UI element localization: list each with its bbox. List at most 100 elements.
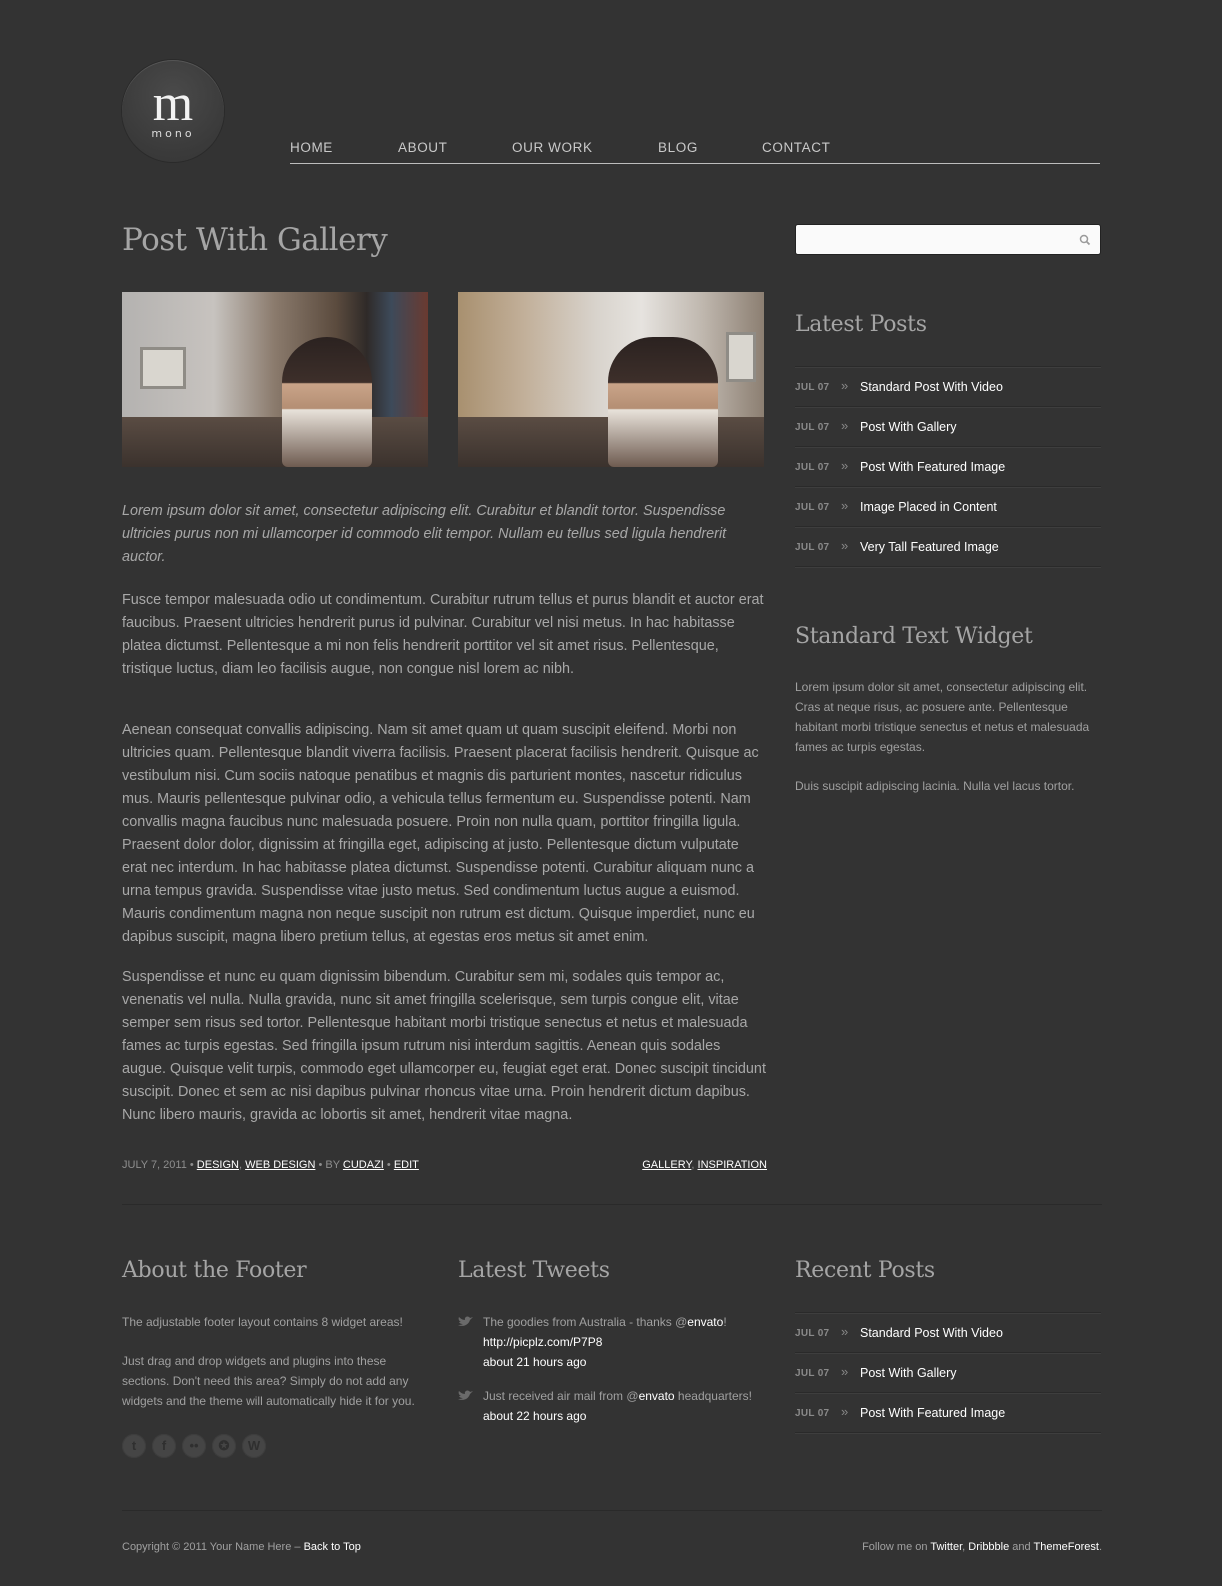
tweet-url-link[interactable]: http://picplz.com/P7P8 (483, 1335, 602, 1349)
nav-blog[interactable]: BLOG (658, 140, 698, 155)
post-date: JUL 07 (795, 422, 830, 433)
recent-post-item[interactable]: JUL 07 » Standard Post With Video (795, 1313, 1101, 1353)
double-chevron-icon: » (841, 1364, 849, 1379)
latest-posts-title: Latest Posts (795, 312, 927, 337)
double-chevron-icon: » (841, 458, 849, 473)
recent-post-item[interactable]: JUL 07 » Post With Gallery (795, 1353, 1101, 1393)
meta-by: • BY (315, 1159, 343, 1171)
twitter-bird-icon (458, 1316, 473, 1326)
main-nav: HOME ABOUT OUR WORK BLOG CONTACT (290, 138, 1100, 164)
nav-home[interactable]: HOME (290, 140, 333, 155)
latest-post-item[interactable]: JUL 07 » Standard Post With Video (795, 367, 1101, 407)
follow-links: Follow me on Twitter, Dribbble and Theme… (862, 1541, 1102, 1553)
latest-post-item[interactable]: JUL 07 » Very Tall Featured Image (795, 527, 1101, 567)
recent-post-item[interactable]: JUL 07 » Post With Featured Image (795, 1393, 1101, 1433)
search-input[interactable] (796, 225, 1100, 254)
follow-text: and (1009, 1541, 1034, 1553)
author-link[interactable]: CUDAZI (343, 1159, 384, 1171)
gallery-image-2[interactable] (458, 292, 764, 467)
post-link[interactable]: Standard Post With Video (860, 1326, 1003, 1340)
follow-text: Follow me on (862, 1541, 931, 1553)
flickr-icon[interactable]: •• (182, 1434, 206, 1458)
footer-about-title: About the Footer (122, 1258, 307, 1283)
tweet: Just received air mail from @envato head… (458, 1386, 768, 1426)
post-date: JUL 07 (795, 502, 830, 513)
text-widget-title: Standard Text Widget (795, 624, 1033, 649)
meta-separator: • (186, 1159, 197, 1171)
photo-detail (726, 332, 756, 382)
post-date: JUL 07 (795, 1328, 830, 1339)
nav-contact[interactable]: CONTACT (762, 140, 830, 155)
tweet-time-link[interactable]: about 22 hours ago (483, 1409, 586, 1423)
dribbble-icon[interactable]: ✪ (212, 1434, 236, 1458)
dribbble-link[interactable]: Dribbble (968, 1541, 1009, 1553)
latest-post-item[interactable]: JUL 07 » Post With Gallery (795, 407, 1101, 447)
category-link-design[interactable]: DESIGN (197, 1159, 239, 1171)
tweet-mention-link[interactable]: envato (639, 1389, 675, 1403)
double-chevron-icon: » (841, 538, 849, 553)
post-tags: GALLERY, INSPIRATION (642, 1159, 767, 1171)
post-date: JUL 07 (795, 462, 830, 473)
meta-separator: • (383, 1159, 394, 1171)
post-link[interactable]: Standard Post With Video (860, 380, 1003, 394)
gallery-image-1[interactable] (122, 292, 428, 467)
tag-link-gallery[interactable]: GALLERY (642, 1159, 691, 1171)
tweet-text: headquarters! (674, 1389, 752, 1403)
post-intro: Lorem ipsum dolor sit amet, consectetur … (122, 503, 727, 565)
footer-bottom-divider (122, 1510, 1102, 1511)
post-paragraph: Aenean consequat convallis adipiscing. N… (122, 722, 759, 945)
post-link[interactable]: Post With Featured Image (860, 1406, 1005, 1420)
tweet-text: ! (723, 1315, 727, 1329)
recent-posts-list: JUL 07 » Standard Post With Video JUL 07 » P… (795, 1312, 1101, 1433)
footer-about-text: Just drag and drop widgets and plugins i… (122, 1354, 415, 1408)
facebook-icon[interactable]: f (152, 1434, 176, 1458)
tweet-text: The goodies from Australia - thanks @ (483, 1315, 688, 1329)
twitter-link[interactable]: Twitter (930, 1541, 962, 1553)
latest-post-item[interactable]: JUL 07 » Post With Featured Image (795, 447, 1101, 487)
wordpress-icon[interactable]: W (242, 1434, 266, 1458)
twitter-bird-icon (458, 1390, 473, 1400)
post-meta: JULY 7, 2011 • DESIGN, WEB DESIGN • BY C… (122, 1159, 767, 1171)
post-paragraph: Suspendisse et nunc eu quam dignissim bi… (122, 969, 766, 1123)
category-link-web-design[interactable]: WEB DESIGN (245, 1159, 315, 1171)
footer-about-text: The adjustable footer layout contains 8 … (122, 1315, 403, 1329)
double-chevron-icon: » (841, 378, 849, 393)
post-date: JUL 07 (795, 382, 830, 393)
post-date: JUL 07 (795, 542, 830, 553)
post-link[interactable]: Image Placed in Content (860, 500, 997, 514)
post-date: JUL 07 (795, 1408, 830, 1419)
tag-link-inspiration[interactable]: INSPIRATION (698, 1159, 767, 1171)
tweet-text: Just received air mail from @ (483, 1389, 639, 1403)
site-logo[interactable]: m mono (122, 60, 224, 162)
double-chevron-icon: » (841, 418, 849, 433)
logo-letter: m (152, 75, 194, 132)
double-chevron-icon: » (841, 1404, 849, 1419)
post-link[interactable]: Post With Featured Image (860, 460, 1005, 474)
latest-posts-list: JUL 07 » Standard Post With Video JUL 07 » P… (795, 366, 1101, 567)
photo-detail (140, 347, 186, 389)
photo-detail (122, 417, 428, 467)
themeforest-link[interactable]: ThemeForest (1034, 1541, 1099, 1553)
twitter-icon[interactable]: t (122, 1434, 146, 1458)
edit-link[interactable]: EDIT (394, 1159, 419, 1171)
post-link[interactable]: Post With Gallery (860, 1366, 957, 1380)
post-title: Post With Gallery (122, 222, 388, 258)
logo-word: mono (151, 127, 195, 140)
tweet-time-link[interactable]: about 21 hours ago (483, 1355, 586, 1369)
double-chevron-icon: » (841, 1324, 849, 1339)
double-chevron-icon: » (841, 498, 849, 513)
search-icon[interactable] (1078, 233, 1092, 247)
post-date: JULY 7, 2011 (122, 1159, 187, 1171)
nav-our-work[interactable]: OUR WORK (512, 140, 593, 155)
post-link[interactable]: Very Tall Featured Image (860, 540, 999, 554)
nav-about[interactable]: ABOUT (398, 140, 448, 155)
photo-detail (608, 337, 718, 467)
post-link[interactable]: Post With Gallery (860, 420, 957, 434)
follow-text: . (1098, 1541, 1102, 1553)
photo-detail (282, 337, 372, 467)
copyright: Copyright © 2011 Your Name Here – Back t… (122, 1541, 361, 1553)
tweet: The goodies from Australia - thanks @env… (458, 1312, 768, 1372)
tweet-mention-link[interactable]: envato (687, 1315, 723, 1329)
back-to-top-link[interactable]: Back to Top (304, 1541, 361, 1553)
latest-post-item[interactable]: JUL 07 » Image Placed in Content (795, 487, 1101, 527)
